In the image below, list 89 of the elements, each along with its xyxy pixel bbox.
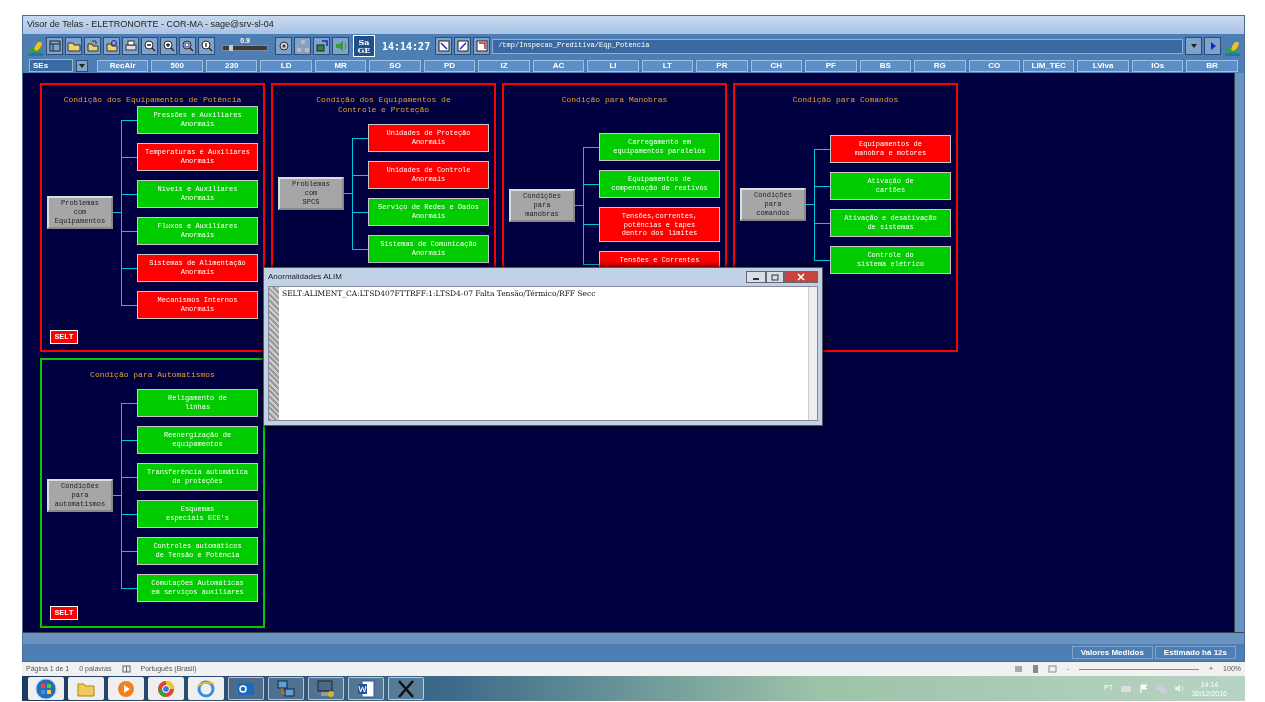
document-icon <box>355 677 377 700</box>
zoom-out-icon <box>142 39 157 53</box>
taskbar-app[interactable] <box>268 677 304 700</box>
panel-title: Condição para Comandos <box>791 95 900 105</box>
window-icon <box>47 39 62 53</box>
export-icon <box>314 39 329 53</box>
station-selector[interactable]: SEs <box>29 59 73 72</box>
computer-icon <box>315 677 337 700</box>
horizontal-scrollbar[interactable] <box>23 632 1244 644</box>
dropdown-button[interactable] <box>1185 37 1202 55</box>
zoom-out-button[interactable] <box>141 37 158 55</box>
folder-icon <box>85 39 100 53</box>
nav-button[interactable]: AC <box>532 59 585 72</box>
open-button[interactable] <box>65 37 82 55</box>
caret-icon <box>78 61 86 70</box>
nav-button[interactable]: LD <box>260 59 312 72</box>
gear-icon <box>276 39 291 53</box>
folder-button[interactable] <box>84 37 101 55</box>
network-button[interactable] <box>294 37 311 55</box>
nav-button[interactable]: PF <box>805 59 857 72</box>
vertical-scrollbar[interactable] <box>1234 73 1244 632</box>
window-title: Visor de Telas - ELETRONORTE - COR-MA - sage@srv-sl-04 <box>27 18 274 32</box>
folder-icon <box>66 39 81 53</box>
nav-button[interactable]: BS <box>859 59 912 72</box>
logo: Sa GE <box>353 35 375 57</box>
nav-button[interactable]: LI <box>587 59 639 72</box>
window-button-c[interactable] <box>473 37 491 55</box>
nav-button[interactable]: SO <box>369 59 421 72</box>
panel-title: Condição dos Equipamentos de Potência <box>62 95 243 105</box>
nav-button[interactable]: BR <box>1186 59 1238 72</box>
window-arrow-icon <box>455 39 470 53</box>
zoom-in-button[interactable] <box>160 37 177 55</box>
zoom-area-button[interactable] <box>179 37 196 55</box>
nav-button[interactable]: PR <box>696 59 748 72</box>
nav-button[interactable]: LT <box>641 59 694 72</box>
nav-button[interactable]: 500 <box>151 59 203 72</box>
nav-button[interactable]: LViva <box>1077 59 1129 72</box>
nav-button[interactable]: RG <box>914 59 966 72</box>
taskbar-app[interactable] <box>388 677 424 700</box>
window-arrow-icon <box>436 39 451 53</box>
print-view-icon[interactable] <box>1030 665 1040 673</box>
network-icon <box>275 677 297 700</box>
nav-button[interactable]: IZ <box>478 59 530 72</box>
slider-thumb[interactable] <box>229 45 234 51</box>
nav-button[interactable]: CO <box>968 59 1020 72</box>
window-arrow-icon <box>474 39 489 53</box>
panel-title: Condição para Manobras <box>560 95 669 105</box>
nav-button[interactable]: RecAlr <box>97 59 149 72</box>
nav-button[interactable]: LIM_TEC <box>1022 59 1075 72</box>
maximize-button[interactable] <box>766 271 784 283</box>
layout-button[interactable] <box>46 37 63 55</box>
panel-title: Condição dos Equipamentos de Controle e Proteção <box>315 95 452 115</box>
nav-button[interactable]: IOs <box>1131 59 1184 72</box>
dropdown-button[interactable] <box>76 59 88 72</box>
export-button[interactable] <box>313 37 330 55</box>
clock-time: 14:14:27 <box>382 40 431 52</box>
sound-button[interactable] <box>332 37 349 55</box>
taskbar-app[interactable] <box>348 677 384 700</box>
settings-button[interactable] <box>275 37 292 55</box>
print-button[interactable] <box>122 37 139 55</box>
speaker-icon <box>333 39 348 53</box>
next-button[interactable] <box>1204 37 1221 55</box>
status-field: Valores Medidos <box>1071 646 1153 659</box>
maximize-icon <box>771 273 779 281</box>
window-button-b[interactable] <box>454 37 472 55</box>
zoom-icon <box>180 39 195 53</box>
network-icon <box>295 39 310 53</box>
folder-icon <box>104 39 119 53</box>
nav-button[interactable]: MR <box>314 59 367 72</box>
print-icon <box>123 39 138 53</box>
nav-button[interactable]: PD <box>423 59 476 72</box>
close-button[interactable] <box>784 271 818 283</box>
close-icon <box>797 273 805 281</box>
start-button[interactable] <box>28 677 64 700</box>
zoom-in-icon <box>161 39 176 53</box>
selt-button[interactable]: SELT <box>50 330 78 344</box>
panel-title: Condição para Automatismos <box>89 370 216 380</box>
zoom-reset-button[interactable] <box>198 37 215 55</box>
selt-button[interactable]: SELT <box>50 606 78 620</box>
nav-button[interactable]: CH <box>750 59 803 72</box>
popup-title: Anormalidades ALIM <box>268 271 342 283</box>
minimize-button[interactable] <box>746 271 766 283</box>
refresh-button[interactable] <box>103 37 120 55</box>
zoom-icon <box>199 39 214 53</box>
nav-button[interactable]: 230 <box>205 59 258 72</box>
taskbar-app[interactable] <box>308 677 344 700</box>
start-orb-icon <box>35 677 57 700</box>
window-button-a[interactable] <box>435 37 453 55</box>
status-field: Estimado há 12s <box>1154 646 1236 659</box>
